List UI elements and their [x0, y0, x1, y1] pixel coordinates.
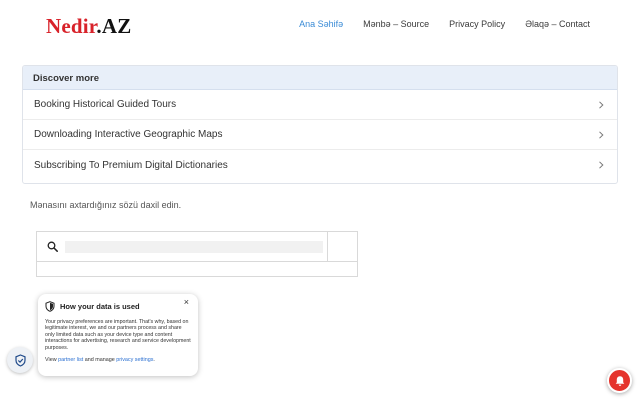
search-row — [37, 232, 357, 262]
search-icon[interactable] — [47, 241, 58, 252]
privacy-popup-footer: View partner list and manage privacy set… — [45, 357, 191, 363]
privacy-popup-body: Your privacy preferences are important. … — [45, 319, 191, 351]
privacy-settings-button[interactable] — [7, 347, 33, 373]
nav-link-home[interactable]: Ana Səhifə — [299, 19, 343, 29]
site-logo[interactable]: Nedir.AZ — [46, 14, 131, 39]
discover-item-geographic-maps[interactable]: Downloading Interactive Geographic Maps — [23, 120, 617, 150]
nav-link-contact[interactable]: Əlaqə – Contact — [525, 19, 590, 29]
logo-tld-text: .AZ — [96, 14, 132, 38]
chevron-right-icon — [599, 161, 604, 169]
footer-middle-text: and manage — [83, 357, 117, 364]
shield-icon — [45, 300, 55, 312]
discover-more-title: Discover more — [23, 66, 617, 90]
chevron-right-icon — [599, 130, 604, 139]
bell-icon — [615, 375, 624, 386]
search-divider — [327, 232, 328, 262]
privacy-popup-title: How your data is used — [60, 301, 140, 311]
search-prompt: Mənasını axtardığınız sözü daxil edin. — [30, 200, 182, 210]
notification-button[interactable] — [607, 368, 632, 393]
privacy-popup: How your data is used × Your privacy pre… — [38, 294, 198, 376]
chevron-right-icon — [599, 100, 604, 109]
search-input[interactable] — [65, 241, 323, 253]
footer-prefix-text: View — [45, 357, 59, 364]
discover-item-digital-dictionaries[interactable]: Subscribing To Premium Digital Dictionar… — [23, 150, 617, 180]
discover-item-label: Downloading Interactive Geographic Maps — [34, 129, 223, 140]
nav-link-source[interactable]: Mənbə – Source — [363, 19, 429, 29]
discover-more-panel: Discover more Booking Historical Guided … — [22, 65, 618, 184]
partner-list-link[interactable]: partner list — [58, 357, 83, 363]
logo-main-text: Nedir — [46, 14, 97, 38]
discover-item-label: Booking Historical Guided Tours — [34, 99, 177, 110]
discover-item-guided-tours[interactable]: Booking Historical Guided Tours — [23, 90, 617, 120]
main-nav: Ana Səhifə Mənbə – Source Privacy Policy… — [299, 19, 590, 29]
close-icon[interactable]: × — [184, 298, 189, 307]
footer-suffix-text: . — [153, 357, 155, 364]
search-widget — [36, 231, 358, 277]
shield-check-icon — [14, 353, 26, 367]
privacy-settings-link[interactable]: privacy settings — [116, 357, 153, 363]
nav-link-privacy-policy[interactable]: Privacy Policy — [449, 19, 505, 29]
discover-item-label: Subscribing To Premium Digital Dictionar… — [34, 159, 228, 171]
search-results-area — [37, 263, 357, 276]
